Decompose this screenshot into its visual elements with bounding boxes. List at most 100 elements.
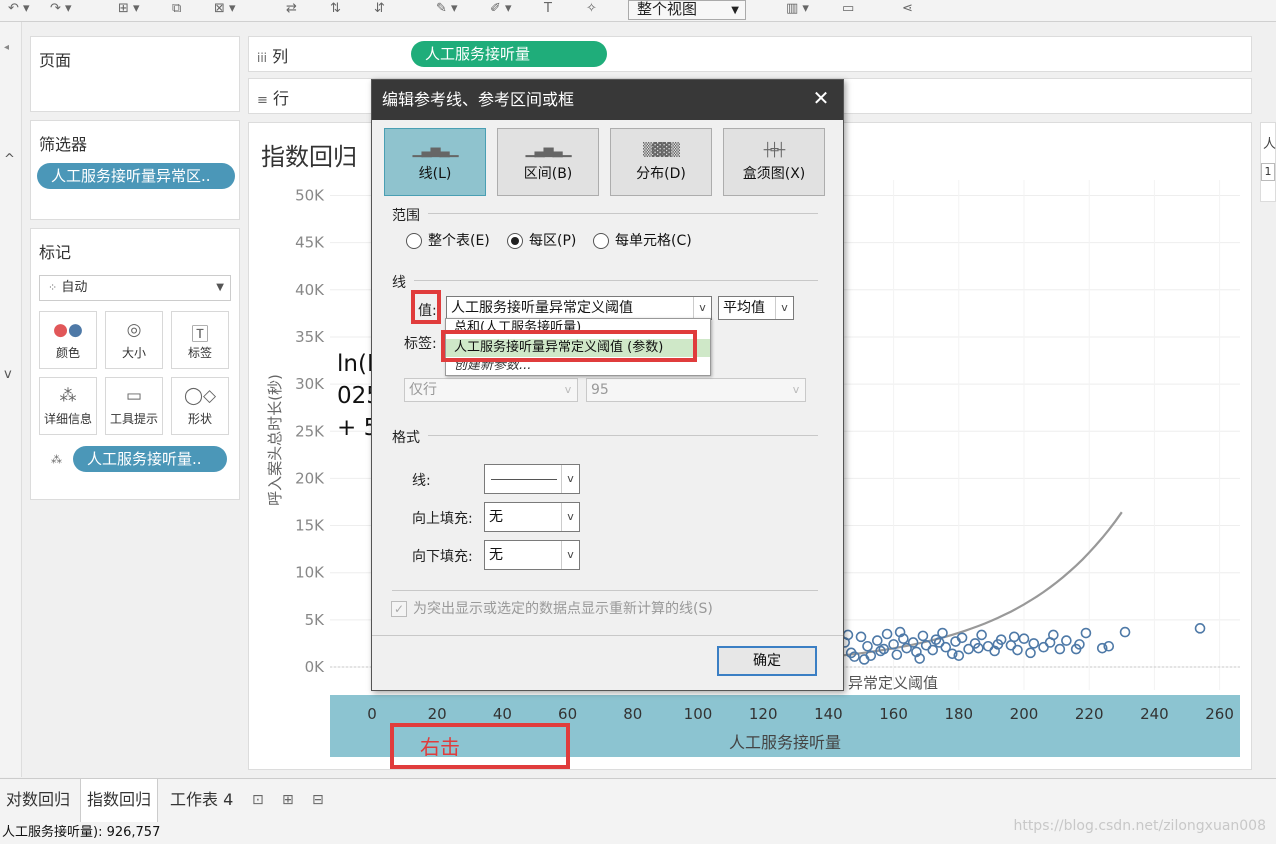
aggregation-select[interactable]: 平均值 v	[718, 296, 794, 320]
x-tick-label: 100	[684, 705, 713, 723]
boxplot-type-icon: ┼╪┼	[763, 143, 785, 158]
fill-above-select[interactable]: 无 v	[484, 502, 580, 532]
scope-pane-label: 每区(P)	[529, 233, 577, 249]
fill-above-label: 向上填充:	[412, 511, 473, 527]
dialog-title: 编辑参考线、参考区间或框	[372, 80, 843, 120]
type-band-button[interactable]: ▁▃▅▃▁ 区间(B)	[497, 128, 599, 196]
scope-entire-table-radio[interactable]: 整个表(E)	[406, 232, 490, 250]
new-sheet-icon[interactable]: ⊡	[246, 779, 270, 823]
x-tick-label: 20	[428, 705, 447, 723]
watermark: https://blog.csdn.net/zilongxuan008	[1013, 818, 1266, 834]
tab-exp-regression[interactable]: 指数回归	[80, 779, 159, 823]
side-panel-input[interactable]: 1	[1261, 163, 1275, 181]
status-text: 人工服务接听量): 926,757	[2, 825, 161, 840]
y-tick-label: 40K	[295, 281, 325, 299]
chevron-down-icon: v	[561, 503, 579, 531]
radio-circle	[593, 233, 609, 249]
scatter-point	[1008, 631, 1020, 643]
type-distribution-label: 分布(D)	[636, 166, 686, 182]
new-story-icon[interactable]: ⊟	[306, 779, 330, 823]
scatter-point	[881, 628, 893, 640]
y-tick-label: 30K	[295, 375, 325, 393]
x-tick-label: 180	[944, 705, 973, 723]
scatter-point	[927, 644, 939, 656]
new-dashboard-icon[interactable]: ⊞	[276, 779, 300, 823]
tooltip-select[interactable]: 仅行 v	[404, 378, 578, 402]
scope-per-cell-radio[interactable]: 每单元格(C)	[593, 232, 692, 250]
scatter-point	[855, 631, 867, 643]
x-tick-label: 40	[493, 705, 512, 723]
band-type-icon: ▁▃▅▃▁	[525, 143, 572, 158]
chevron-down-icon: v	[561, 465, 579, 493]
y-tick-label: 50K	[295, 187, 325, 205]
type-line-label: 线(L)	[418, 166, 452, 182]
scatter-point	[1054, 643, 1066, 655]
x-tick-label: 200	[1010, 705, 1039, 723]
check-icon: ✓	[391, 601, 407, 617]
scatter-point	[862, 640, 873, 652]
radio-circle	[406, 233, 422, 249]
y-axis-title: 呼入案头总时长(秒)	[266, 374, 284, 506]
x-tick-label: 0	[367, 705, 377, 723]
scatter-point	[1025, 647, 1036, 659]
chevron-down-icon: v	[787, 379, 805, 401]
line-section-label: 线	[392, 275, 406, 291]
fill-below-label: 向下填充:	[412, 549, 473, 565]
value-field-value: 人工服务接听量异常定义阈值	[451, 300, 633, 316]
fill-below-select[interactable]: 无 v	[484, 540, 580, 570]
tab-log-regression[interactable]: 对数回归	[0, 779, 76, 823]
scope-divider	[428, 213, 818, 214]
x-tick-label: 220	[1075, 705, 1104, 723]
tooltip-select-value: 仅行	[409, 382, 437, 398]
close-icon[interactable]: ✕	[811, 88, 831, 108]
value-label-highlight	[411, 290, 441, 324]
x-tick-label: 60	[558, 705, 577, 723]
value-field-select[interactable]: 人工服务接听量异常定义阈值 v	[446, 296, 712, 320]
recalc-checkbox[interactable]: ✓ 为突出显示或选定的数据点显示重新计算的线(S)	[391, 600, 713, 618]
scatter-point	[976, 629, 987, 641]
type-distribution-button[interactable]: ▒▓▓▒ 分布(D)	[610, 128, 712, 196]
fill-below-value: 无	[489, 547, 503, 563]
scatter-point	[1194, 623, 1206, 634]
aggregation-value: 平均值	[723, 300, 765, 316]
y-tick-label: 5K	[305, 611, 326, 629]
type-boxplot-button[interactable]: ┼╪┼ 盒须图(X)	[723, 128, 825, 196]
chevron-down-icon: v	[775, 297, 793, 319]
scope-per-pane-radio[interactable]: 每区(P)	[507, 232, 576, 250]
reference-line-label: 异常定义阈值	[848, 674, 938, 692]
line-format-select[interactable]: v	[484, 464, 580, 494]
x-tick-label: 140	[814, 705, 843, 723]
tab-sheet-4[interactable]: 工作表 4	[164, 779, 239, 823]
format-label: 格式	[392, 430, 420, 446]
type-line-button[interactable]: ▁▃▅▃▁ 线(L)	[384, 128, 486, 196]
scatter-point	[871, 635, 883, 646]
scatter-point	[1044, 637, 1056, 648]
confidence-select[interactable]: 95 v	[586, 378, 806, 402]
fill-above-value: 无	[489, 509, 503, 525]
radio-circle-selected	[507, 233, 523, 249]
annotation-box	[390, 723, 570, 769]
y-tick-label: 15K	[295, 517, 325, 535]
sheet-tabs: 对数回归 指数回归 工作表 4 ⊡ ⊞ ⊟	[0, 778, 1276, 823]
bottom-divider	[392, 590, 818, 591]
x-tick-label: 80	[623, 705, 642, 723]
side-panel-edge[interactable]: 人 1	[1260, 122, 1276, 202]
scope-entire-label: 整个表(E)	[428, 233, 490, 249]
footer-divider	[372, 635, 843, 636]
y-tick-label: 45K	[295, 234, 325, 252]
scatter-point	[1061, 635, 1072, 646]
parameter-item-highlight	[441, 330, 697, 362]
line-type-icon: ▁▃▅▃▁	[412, 143, 459, 158]
scatter-point	[842, 629, 854, 641]
y-tick-label: 20K	[295, 469, 325, 487]
ok-button[interactable]: 确定	[717, 646, 817, 676]
type-boxplot-label: 盒须图(X)	[742, 166, 806, 182]
distribution-type-icon: ▒▓▓▒	[643, 143, 680, 158]
chevron-down-icon: v	[559, 379, 577, 401]
line-style-preview	[491, 479, 557, 480]
y-tick-label: 0K	[305, 658, 326, 676]
line-divider	[414, 280, 818, 281]
type-band-label: 区间(B)	[523, 166, 573, 182]
x-tick-label: 120	[749, 705, 778, 723]
scatter-point	[1012, 644, 1023, 656]
